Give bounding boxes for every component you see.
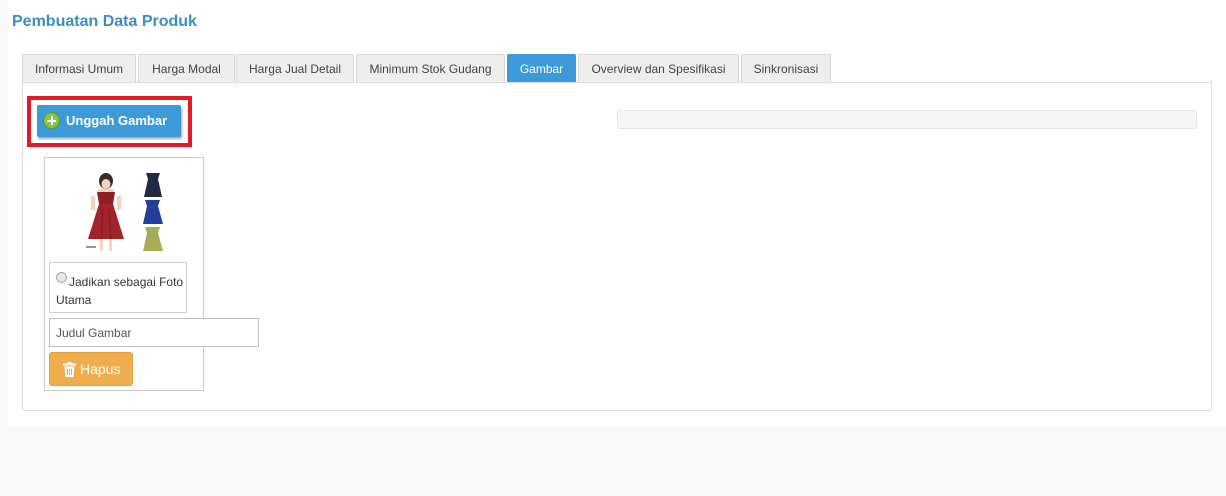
tab-harga-jual-detail[interactable]: Harga Jual Detail bbox=[236, 54, 354, 82]
image-title-input[interactable] bbox=[49, 318, 259, 347]
page-title: Pembuatan Data Produk bbox=[12, 13, 197, 30]
tab-overview-dan-spesifikasi[interactable]: Overview dan Spesifikasi bbox=[578, 54, 739, 82]
tab-harga-modal[interactable]: Harga Modal bbox=[138, 54, 235, 82]
main-photo-label: Jadikan sebagai Foto Utama bbox=[56, 275, 184, 307]
upload-image-button[interactable]: Unggah Gambar bbox=[37, 105, 181, 137]
tab-gambar[interactable]: Gambar bbox=[507, 54, 576, 82]
upload-progress-bar bbox=[617, 110, 1197, 129]
main-photo-option[interactable]: Jadikan sebagai Foto Utama bbox=[49, 262, 187, 313]
tab-sinkronisasi[interactable]: Sinkronisasi bbox=[741, 54, 831, 82]
plus-circle-icon bbox=[43, 112, 60, 129]
tab-minimum-stok-gudang[interactable]: Minimum Stok Gudang bbox=[356, 54, 505, 82]
image-card: Jadikan sebagai Foto Utama Hapus bbox=[44, 157, 259, 391]
upload-image-label: Unggah Gambar bbox=[66, 113, 168, 128]
trash-icon bbox=[63, 362, 76, 377]
delete-image-button[interactable]: Hapus bbox=[49, 352, 133, 386]
delete-image-label: Hapus bbox=[80, 361, 121, 377]
product-dress-image bbox=[84, 171, 164, 253]
tab-informasi-umum[interactable]: Informasi Umum bbox=[22, 54, 136, 82]
